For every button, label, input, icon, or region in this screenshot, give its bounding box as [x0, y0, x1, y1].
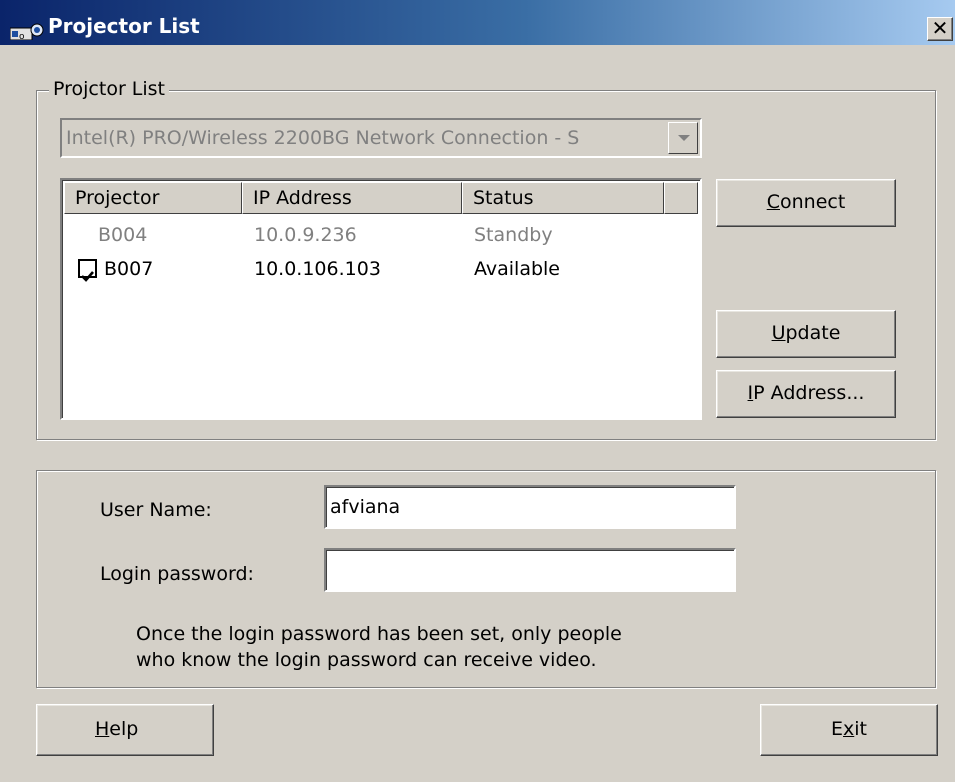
- update-button[interactable]: Update: [716, 310, 896, 358]
- title-bar: o Projector List ✕: [0, 0, 955, 46]
- close-icon: ✕: [931, 16, 949, 40]
- table-header: Projector IP Address Status: [64, 182, 698, 214]
- projector-app-icon: o: [9, 22, 44, 42]
- dropdown-button[interactable]: [668, 122, 698, 154]
- svg-text:o: o: [19, 32, 25, 40]
- login-password-field[interactable]: [324, 548, 736, 592]
- network-adapter-select[interactable]: Intel(R) PRO/Wireless 2200BG Network Con…: [60, 118, 702, 158]
- close-button[interactable]: ✕: [927, 17, 953, 41]
- connect-button[interactable]: Connect: [716, 179, 896, 227]
- column-header-status[interactable]: Status: [462, 182, 664, 214]
- row-checkbox[interactable]: [78, 259, 97, 282]
- cell-ip-address: 10.0.9.236: [254, 224, 357, 246]
- help-button[interactable]: Help: [36, 704, 214, 756]
- user-name-label: User Name:: [100, 499, 212, 521]
- table-row[interactable]: B004 10.0.9.236 Standby: [64, 218, 698, 252]
- cell-projector: B007: [104, 258, 154, 280]
- cell-status: Available: [474, 258, 561, 280]
- column-header-filler: [664, 182, 698, 214]
- ip-address-button[interactable]: IP Address...: [716, 370, 896, 418]
- cell-projector: B004: [98, 224, 148, 246]
- column-header-projector[interactable]: Projector: [64, 182, 242, 214]
- check-icon: [81, 271, 94, 282]
- window-title: Projector List: [48, 14, 200, 38]
- cell-ip-address: 10.0.106.103: [254, 258, 381, 280]
- login-password-label: Login password:: [100, 563, 254, 585]
- network-adapter-value: Intel(R) PRO/Wireless 2200BG Network Con…: [66, 127, 580, 149]
- exit-button[interactable]: Exit: [760, 704, 938, 756]
- password-info-text: Once the login password has been set, on…: [136, 623, 622, 671]
- projector-table[interactable]: Projector IP Address Status B004 10.0.9.…: [60, 178, 702, 420]
- column-header-ip-address[interactable]: IP Address: [242, 182, 462, 214]
- table-row[interactable]: B007 10.0.106.103 Available: [64, 252, 698, 286]
- cell-status: Standby: [474, 224, 553, 246]
- chevron-down-icon: [678, 135, 690, 141]
- user-name-field[interactable]: afviana: [324, 485, 736, 529]
- group-legend: Projctor List: [49, 78, 170, 100]
